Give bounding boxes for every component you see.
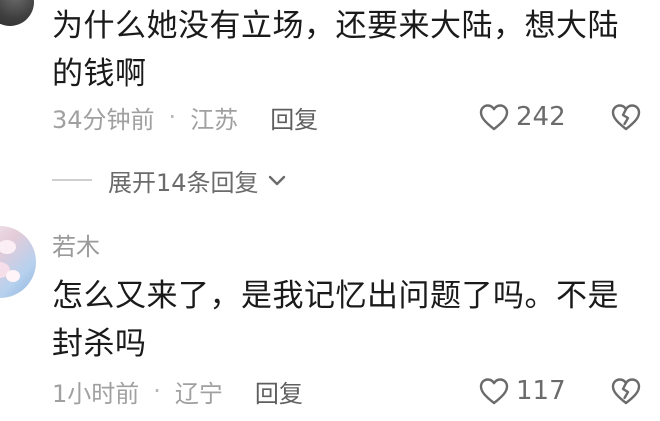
avatar[interactable] bbox=[0, 226, 36, 298]
comment-text-line: 封杀吗 bbox=[52, 326, 147, 362]
comment-location: 江苏 bbox=[190, 105, 239, 134]
divider-line bbox=[52, 179, 92, 181]
broken-heart-icon[interactable] bbox=[610, 376, 642, 406]
comment-text: 怎么又来了，是我记忆出问题了吗。不是 封杀吗 bbox=[52, 272, 642, 368]
heart-outline-icon bbox=[479, 378, 509, 405]
comment-meta: 34分钟前 · 江苏 回复 bbox=[52, 97, 318, 137]
avatar[interactable] bbox=[0, 0, 34, 26]
like-button[interactable]: 117 bbox=[478, 371, 566, 411]
heart-outline-icon bbox=[479, 104, 509, 131]
broken-heart-icon[interactable] bbox=[610, 102, 642, 132]
reply-button[interactable]: 回复 bbox=[270, 100, 318, 135]
comment-text-line: 为什么她没有立场，还要来大陆，想大陆 bbox=[52, 8, 619, 44]
comment-text-line: 怎么又来了，是我记忆出问题了吗。不是 bbox=[52, 278, 619, 314]
comment-text-line: 的钱啊 bbox=[52, 56, 147, 92]
comment-time: 34分钟前 bbox=[52, 105, 155, 134]
meta-separator: · bbox=[168, 103, 177, 131]
expand-replies-button[interactable]: 展开14条回复 bbox=[52, 160, 289, 200]
comment-meta: 1小时前 · 辽宁 回复 bbox=[52, 371, 303, 411]
meta-separator: · bbox=[153, 377, 161, 405]
comment-location: 辽宁 bbox=[174, 379, 223, 408]
like-count: 242 bbox=[516, 102, 566, 132]
like-count: 117 bbox=[516, 376, 566, 406]
like-button[interactable]: 242 bbox=[478, 97, 566, 137]
chevron-down-icon bbox=[268, 175, 285, 186]
expand-replies-label: 展开14条回复 bbox=[108, 168, 259, 197]
comment-text: 为什么她没有立场，还要来大陆，想大陆 的钱啊 bbox=[52, 2, 642, 98]
username[interactable]: 若木 bbox=[52, 232, 100, 262]
reply-button[interactable]: 回复 bbox=[255, 374, 303, 409]
comment-time: 1小时前 bbox=[52, 379, 140, 408]
